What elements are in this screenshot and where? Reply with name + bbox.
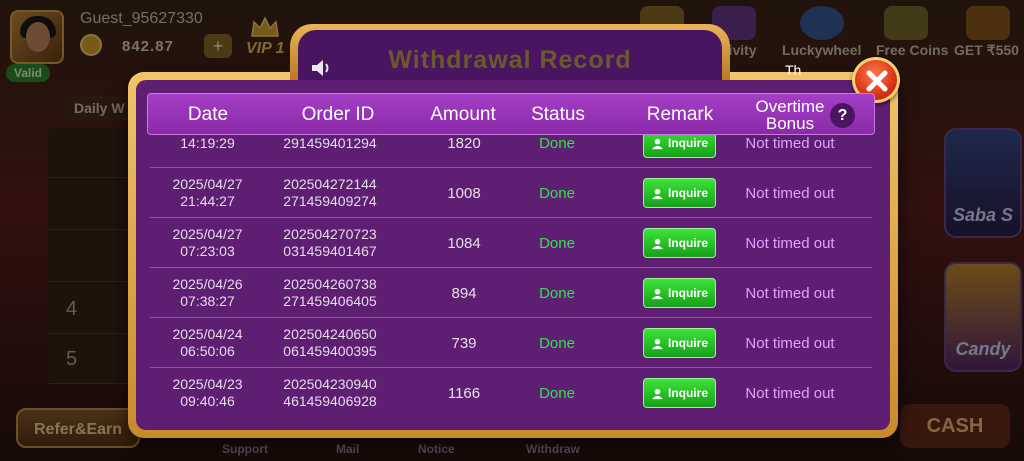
column-header-status: Status	[531, 104, 585, 125]
record-date: 2025/04/23 09:40:46	[172, 376, 243, 409]
record-date: 2025/04/27 07:23:03	[172, 226, 243, 259]
inquire-button[interactable]: Inquire	[643, 278, 716, 308]
record-status: Done	[539, 384, 575, 402]
record-date: 2025/04/24 06:50:06	[172, 326, 243, 359]
table-row: 2025/04/27 21:44:27 202504272144 271459409…	[150, 168, 872, 218]
record-date: 14:19:29	[180, 135, 235, 151]
record-order-id: 291459401294	[283, 135, 377, 151]
record-status: Done	[539, 135, 575, 152]
announcement-marquee: Th	[785, 62, 802, 78]
agent-icon	[651, 388, 664, 399]
record-order-id: 202504230940 461459406928	[283, 376, 377, 409]
record-overtime-bonus: Not timed out	[745, 135, 835, 152]
agent-icon	[651, 188, 664, 199]
record-amount: 894	[451, 284, 477, 302]
record-amount: 1084	[447, 234, 481, 252]
inquire-button[interactable]: Inquire	[643, 378, 716, 408]
record-overtime-bonus: Not timed out	[745, 234, 835, 252]
table-row: 2025/04/23 09:40:46 202504230940 461459406…	[150, 368, 872, 418]
inquire-button[interactable]: Inquire	[643, 228, 716, 258]
record-status: Done	[539, 184, 575, 202]
help-icon[interactable]: ?	[830, 103, 855, 128]
record-status: Done	[539, 234, 575, 252]
record-overtime-bonus: Not timed out	[745, 184, 835, 202]
record-date: 2025/04/26 07:38:27	[172, 276, 243, 309]
agent-icon	[651, 338, 664, 349]
record-overtime-bonus: Not timed out	[745, 284, 835, 302]
records-table[interactable]: 14:19:29 291459401294 1820 Done Inquire …	[150, 135, 872, 420]
record-amount: 1166	[447, 384, 481, 402]
record-overtime-bonus: Not timed out	[745, 384, 835, 402]
record-amount: 1820	[447, 135, 481, 152]
table-row: 2025/04/27 07:23:03 202504270723 031459401…	[150, 218, 872, 268]
modal-title: Withdrawal Record	[388, 46, 632, 74]
record-order-id: 202504272144 271459409274	[283, 176, 377, 209]
record-status: Done	[539, 334, 575, 352]
inquire-button[interactable]: Inquire	[643, 328, 716, 358]
agent-icon	[651, 288, 664, 299]
record-order-id: 202504240650 061459400395	[283, 326, 377, 359]
close-icon	[866, 70, 888, 92]
agent-icon	[651, 138, 664, 149]
table-row: 2025/04/24 06:50:06 202504240650 061459400…	[150, 318, 872, 368]
record-overtime-bonus: Not timed out	[745, 334, 835, 352]
record-amount: 1008	[447, 184, 481, 202]
inquire-button[interactable]: Inquire	[643, 135, 716, 158]
record-order-id: 202504270723 031459401467	[283, 226, 377, 259]
record-amount: 739	[451, 334, 477, 352]
speaker-icon	[312, 60, 329, 76]
table-row: 14:19:29 291459401294 1820 Done Inquire …	[150, 135, 872, 168]
table-header: Date Order ID Amount Status Remark Overt…	[147, 93, 875, 135]
record-order-id: 202504260738 271459406405	[283, 276, 377, 309]
column-header-overtime-bonus: Overtime Bonus	[755, 97, 825, 133]
agent-icon	[651, 238, 664, 249]
inquire-button[interactable]: Inquire	[643, 178, 716, 208]
table-row: 2025/04/26 07:38:27 202504260738 271459406…	[150, 268, 872, 318]
column-header-date: Date	[187, 104, 229, 125]
column-header-order-id: Order ID	[301, 104, 375, 125]
column-header-amount: Amount	[430, 104, 496, 125]
record-date: 2025/04/27 21:44:27	[172, 176, 243, 209]
column-header-remark: Remark	[646, 104, 714, 125]
record-status: Done	[539, 284, 575, 302]
